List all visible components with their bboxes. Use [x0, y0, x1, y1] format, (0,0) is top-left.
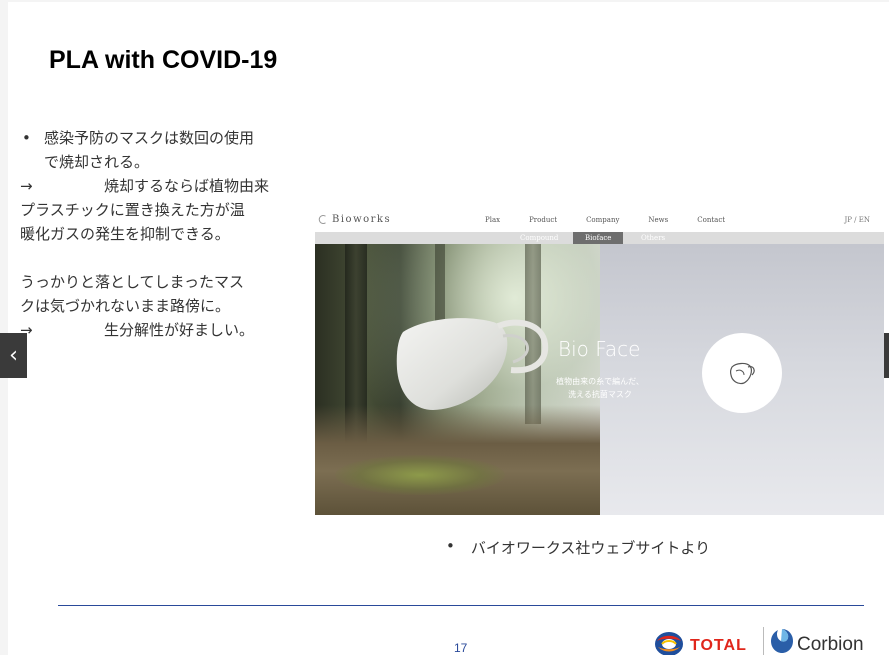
site-menu-item-company: Company [586, 216, 620, 224]
logo-separator [763, 627, 764, 655]
chevron-left-icon: ‹ [9, 342, 18, 368]
text-line: で焼却される。 [44, 153, 150, 171]
total-logo-icon [655, 632, 683, 655]
moss [335, 455, 505, 495]
hero-subtitle-line: 洗える抗菌マスク [568, 390, 632, 399]
site-submenu: Compound Bioface Others [315, 232, 884, 244]
prev-slide-button[interactable]: ‹ [0, 333, 27, 378]
slide: PLA with COVID-19 • 感染予防のマスクは数回の使用 で焼却され… [8, 2, 889, 655]
mask-icon-circle [702, 333, 782, 413]
image-caption: • バイオワークス社ウェブサイトより [446, 537, 710, 558]
site-logo-text: Bioworks [332, 214, 392, 225]
site-menu-item-contact: Contact [697, 216, 726, 224]
corbion-logo-text: Corbion [797, 634, 864, 655]
site-submenu-others: Others [641, 234, 666, 242]
next-slide-button[interactable] [884, 333, 889, 378]
text-line: 暖化ガスの発生を抑制できる。 [20, 225, 230, 243]
hero-subtitle: 植物由来の糸で編んだ、 洗える抗菌マスク [545, 375, 655, 401]
face-mask-image [396, 318, 549, 410]
footer-divider [58, 605, 864, 606]
total-logo-text: TOTAL [690, 637, 747, 654]
website-screenshot: Bioworks Plax Product Company News Conta… [315, 209, 884, 515]
bullet-symbol: • [446, 537, 455, 555]
site-menu-item-plax: Plax [485, 216, 501, 224]
text-line: 生分解性が好ましい。 [104, 321, 255, 339]
site-header: Bioworks Plax Product Company News Conta… [315, 209, 884, 231]
site-logo: Bioworks [317, 214, 391, 225]
site-menu-item-news: News [648, 216, 669, 224]
arrow-line: → 焼却するならば植物由来 [20, 174, 310, 198]
caption-text: バイオワークス社ウェブサイトより [470, 539, 711, 557]
bullet-item: • 感染予防のマスクは数回の使用 [20, 126, 310, 150]
hero-title: Bio Face [558, 337, 641, 361]
footer-logos: TOTAL Corbion [654, 625, 869, 655]
site-menu: Plax Product Company News Contact [485, 216, 754, 224]
site-menu-item-product: Product [529, 216, 558, 224]
text-line: 焼却するならば植物由来 [104, 177, 270, 195]
text-line: 感染予防のマスクは数回の使用 [44, 129, 255, 147]
hero-subtitle-line: 植物由来の糸で編んだ、 [556, 377, 644, 386]
site-submenu-bioface: Bioface [573, 232, 624, 244]
text-line: クは気づかれないまま路傍に。 [20, 297, 231, 315]
mask-icon [729, 362, 755, 385]
arrow-symbol: → [20, 321, 33, 339]
corbion-logo-icon [771, 629, 793, 653]
bullet-symbol: • [22, 129, 31, 147]
bioworks-logo-icon [318, 215, 326, 224]
text-line: プラスチックに置き換えた方が温 [20, 201, 245, 219]
arrow-symbol: → [20, 177, 33, 195]
slide-title: PLA with COVID-19 [49, 46, 278, 74]
site-submenu-compound: Compound [520, 234, 559, 242]
body-text: • 感染予防のマスクは数回の使用 で焼却される。 → 焼却するならば植物由来 プ… [20, 126, 310, 342]
page-number: 17 [454, 641, 468, 655]
arrow-line: → 生分解性が好ましい。 [20, 318, 310, 342]
site-language: JP / EN [844, 216, 870, 224]
text-line: うっかりと落としてしまったマス [20, 273, 244, 291]
